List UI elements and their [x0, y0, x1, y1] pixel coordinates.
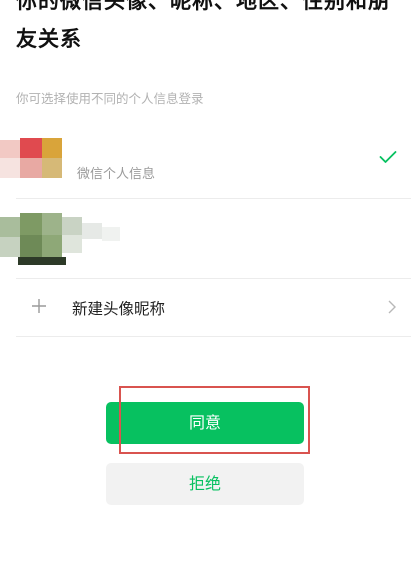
page-title: 你的微信头像、昵称、地区、性别和朋友关系: [16, 0, 390, 51]
option-label: 微信个人信息: [77, 167, 156, 182]
option-alternate-profile[interactable]: [0, 199, 411, 279]
divider: [16, 336, 411, 337]
plus-icon: [32, 299, 46, 313]
option-wechat-profile[interactable]: [0, 116, 411, 198]
chevron-right-icon: [388, 300, 396, 314]
avatar: [0, 134, 70, 180]
page-subtitle: 你可选择使用不同的个人信息登录: [16, 91, 204, 106]
add-profile-label: 新建头像昵称: [72, 300, 166, 318]
avatar: [0, 205, 122, 265]
agree-button[interactable]: 同意: [106, 402, 304, 444]
divider: [16, 278, 411, 279]
reject-button[interactable]: 拒绝: [106, 463, 304, 505]
add-profile-row[interactable]: 新建头像昵称: [0, 280, 411, 336]
check-icon: [379, 151, 397, 163]
